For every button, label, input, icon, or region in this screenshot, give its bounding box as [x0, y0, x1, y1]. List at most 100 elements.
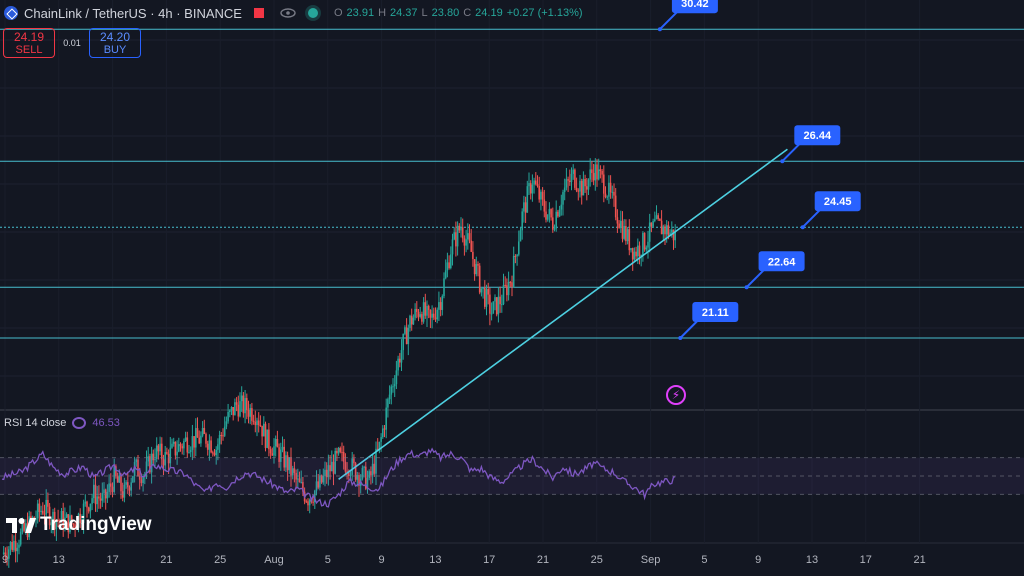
- candle-body: [540, 191, 542, 200]
- close-label: C: [463, 7, 472, 19]
- candle-body: [626, 229, 629, 242]
- level-22.64-anchor: [744, 285, 749, 290]
- x-tick-label: 21: [913, 554, 925, 566]
- candle-body: [536, 184, 539, 187]
- tradingview-logo-icon: [6, 518, 36, 533]
- tradingview-logo[interactable]: TradingView: [6, 514, 152, 536]
- candle-body: [604, 193, 607, 198]
- indicator-settings-icon[interactable]: [72, 417, 87, 429]
- candle-body: [526, 186, 529, 213]
- candle-body: [193, 436, 195, 448]
- candle-body: [433, 313, 435, 318]
- candle-body: [463, 238, 466, 246]
- candle-body: [647, 241, 649, 248]
- candle-body: [648, 222, 651, 242]
- candle-body: [652, 220, 654, 227]
- candle-body: [582, 179, 585, 196]
- candle-body: [441, 296, 444, 310]
- candle-body: [601, 170, 603, 175]
- candle-body: [251, 408, 253, 421]
- candle-body: [18, 544, 20, 548]
- candle-body: [553, 228, 556, 230]
- candle-body: [161, 443, 163, 460]
- candle-body: [273, 446, 275, 456]
- level-30.42-pointer: [659, 10, 679, 30]
- candle-body: [507, 281, 510, 296]
- candle-body: [597, 169, 600, 180]
- candle-body: [662, 226, 665, 235]
- candle-body: [200, 435, 202, 444]
- candle-body: [443, 278, 445, 297]
- candle-body: [264, 423, 267, 448]
- chart-canvas[interactable]: 30.4226.4424.4522.6421.11 9 13 17 21 25 Aug 5 9…: [0, 0, 1024, 576]
- sell-button[interactable]: 24.19 SELL: [3, 28, 55, 58]
- candle-body: [550, 209, 552, 218]
- x-tick-label: 9: [2, 554, 8, 566]
- candle-body: [40, 510, 42, 513]
- candle-body: [472, 251, 474, 260]
- candle-body: [186, 437, 189, 453]
- candle-body: [623, 225, 625, 239]
- candle-body: [235, 402, 238, 405]
- candle-body: [390, 386, 393, 395]
- candle-body: [201, 427, 204, 436]
- rsi-legend[interactable]: RSI 14 close 46.53: [4, 417, 120, 429]
- candle-body: [504, 284, 506, 286]
- level-26.44-pointer: [781, 142, 802, 162]
- candle-body: [400, 350, 403, 363]
- level-22.64-pointer: [745, 268, 766, 288]
- candle-body: [178, 444, 180, 452]
- candle-body: [458, 225, 461, 231]
- candle-body: [171, 443, 173, 448]
- x-tick-label: 9: [379, 554, 385, 566]
- x-tick-label: 9: [755, 554, 761, 566]
- candle-body: [402, 333, 404, 351]
- candle-body: [620, 220, 622, 228]
- candle-body: [261, 425, 263, 437]
- candle-body: [38, 503, 41, 513]
- candle-body: [478, 265, 481, 293]
- flash-icon[interactable]: ⚡: [666, 385, 686, 405]
- candle-body: [664, 226, 666, 235]
- candle-body: [9, 542, 12, 550]
- candle-body: [625, 225, 627, 242]
- candle-body: [183, 440, 185, 449]
- candle-body: [584, 179, 586, 187]
- candle-body: [87, 507, 90, 512]
- open-label: O: [333, 7, 343, 19]
- eye-icon[interactable]: [280, 8, 296, 18]
- candle-body: [485, 289, 488, 307]
- candle-body: [223, 426, 226, 436]
- candle-body: [589, 169, 591, 180]
- candle-body: [455, 232, 457, 247]
- candle-body: [217, 444, 219, 450]
- candle-body: [499, 296, 501, 305]
- candle-body: [450, 254, 452, 269]
- candle-body: [427, 305, 430, 310]
- candle-body: [555, 211, 557, 229]
- candle-body: [655, 215, 658, 220]
- candle-body: [586, 186, 588, 190]
- candle-body: [528, 183, 530, 187]
- high-value: 24.37: [390, 7, 418, 19]
- buy-button[interactable]: 24.20 BUY: [89, 28, 141, 58]
- candle-body: [650, 222, 653, 227]
- symbol-title[interactable]: ChainLink / TetherUS · 4h · BINANCE: [24, 6, 242, 21]
- candle-body: [181, 446, 183, 449]
- candle-body: [305, 501, 308, 503]
- sell-label: SELL: [15, 44, 43, 56]
- x-tick-label: 17: [860, 554, 872, 566]
- candle-body: [407, 327, 410, 345]
- candle-body: [172, 441, 175, 444]
- high-label: H: [378, 7, 387, 19]
- candle-body: [606, 196, 608, 198]
- candle-body: [239, 401, 241, 417]
- x-tick-label: Sep: [641, 554, 661, 566]
- close-value: 24.19: [475, 7, 503, 19]
- candle-body: [633, 251, 636, 260]
- candle-body: [596, 164, 598, 180]
- candle-body: [14, 540, 17, 552]
- time-axis[interactable]: 9 13 17 21 25 Aug 5 9 13 17 21 25 Sep 5 9 13 17 21: [2, 554, 926, 566]
- candle-body: [592, 172, 595, 181]
- candle-body: [451, 239, 454, 255]
